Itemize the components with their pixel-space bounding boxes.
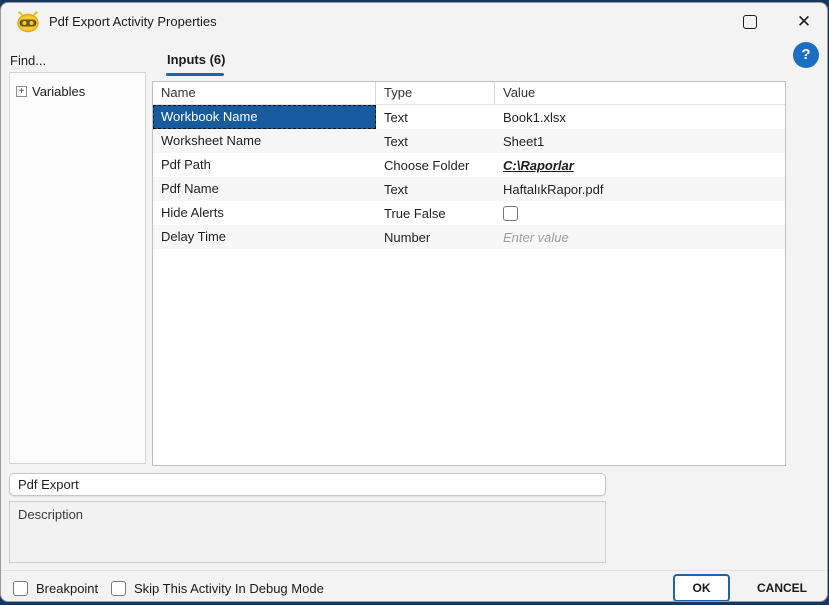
cell-type: Text xyxy=(384,109,408,125)
cell-name[interactable]: Worksheet Name xyxy=(153,129,376,153)
variables-tree: + Variables xyxy=(9,72,146,464)
title-bar: Pdf Export Activity Properties ✕ xyxy=(1,3,827,41)
table-row[interactable]: Delay Time Number Enter value xyxy=(153,225,785,249)
cell-name[interactable]: Pdf Path xyxy=(153,153,376,177)
maximize-button[interactable] xyxy=(743,15,757,29)
cell-value-empty-input[interactable]: Enter value xyxy=(503,230,569,245)
cell-value-input[interactable]: Sheet1 xyxy=(495,134,785,149)
properties-dialog: Pdf Export Activity Properties ✕ Find...… xyxy=(0,2,828,602)
cell-type: Text xyxy=(384,181,408,197)
table-row[interactable]: Worksheet Name Text Sheet1 xyxy=(153,129,785,153)
table-row[interactable]: Hide Alerts True False xyxy=(153,201,785,225)
ok-button[interactable]: OK xyxy=(673,574,730,601)
cell-value-input[interactable]: HaftalıkRapor.pdf xyxy=(495,182,785,197)
hide-alerts-checkbox[interactable] xyxy=(503,205,518,221)
table-row[interactable]: Pdf Path Choose Folder C:\Raporlar xyxy=(153,153,785,177)
close-button[interactable]: ✕ xyxy=(793,10,815,34)
cell-type: True False xyxy=(384,205,446,221)
cell-name[interactable]: Pdf Name xyxy=(153,177,376,201)
cell-name[interactable]: Delay Time xyxy=(153,225,376,249)
cell-type: Number xyxy=(384,229,431,245)
cell-value-folder-link[interactable]: C:\Raporlar xyxy=(503,158,574,173)
column-header-value[interactable]: Value xyxy=(495,82,785,104)
window-title: Pdf Export Activity Properties xyxy=(49,14,217,29)
skip-debug-checkbox[interactable] xyxy=(111,581,126,596)
activity-name-input[interactable] xyxy=(9,473,606,496)
robot-bee-icon xyxy=(17,11,39,33)
column-header-name[interactable]: Name xyxy=(153,82,376,104)
tab-inputs[interactable]: Inputs (6) xyxy=(167,52,226,67)
cell-value-input[interactable]: Book1.xlsx xyxy=(495,110,785,125)
cell-type: Choose Folder xyxy=(384,157,470,173)
cell-name[interactable]: Hide Alerts xyxy=(153,201,376,225)
table-row[interactable]: Pdf Name Text HaftalıkRapor.pdf xyxy=(153,177,785,201)
cancel-button[interactable]: CANCEL xyxy=(745,574,819,601)
breakpoint-checkbox[interactable] xyxy=(13,581,28,596)
cell-name-selected[interactable]: Workbook Name xyxy=(153,105,376,129)
description-textarea[interactable]: Description xyxy=(9,501,606,563)
footer-divider xyxy=(1,570,827,571)
column-header-type[interactable]: Type xyxy=(376,82,495,104)
find-input[interactable]: Find... xyxy=(10,53,46,68)
table-row[interactable]: Workbook Name Text Book1.xlsx xyxy=(153,105,785,129)
tree-item-variables[interactable]: + Variables xyxy=(16,83,145,99)
tab-active-underline xyxy=(166,73,224,76)
grid-header: Name Type Value xyxy=(153,82,785,105)
skip-debug-label: Skip This Activity In Debug Mode xyxy=(134,581,324,596)
expand-plus-icon[interactable]: + xyxy=(16,85,27,97)
inputs-grid: Name Type Value Workbook Name Text Book1… xyxy=(152,81,786,466)
cell-type: Text xyxy=(384,133,408,149)
help-icon[interactable]: ? xyxy=(793,42,819,68)
breakpoint-label: Breakpoint xyxy=(36,581,99,596)
tree-item-label: Variables xyxy=(32,83,86,99)
